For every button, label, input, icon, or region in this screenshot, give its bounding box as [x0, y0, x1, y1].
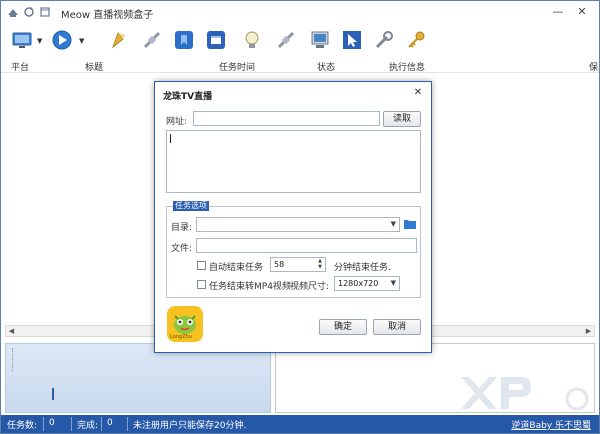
task-table-header: 平台 标题 任务时间 状态 执行信息 保 [1, 57, 599, 73]
window-list-icon[interactable] [39, 6, 51, 18]
watermark-logo [461, 377, 589, 411]
chevron-down-icon[interactable]: ▼ [37, 37, 42, 45]
log-tree-pane[interactable] [5, 343, 271, 413]
app-menu-icon[interactable] [7, 6, 19, 18]
status-divider [127, 417, 128, 431]
refresh-icon[interactable] [23, 6, 35, 18]
task-options-title: 任务选项 [173, 201, 209, 211]
spin-arrows-icon[interactable]: ▲ ▼ [316, 258, 324, 271]
chevron-down-icon[interactable]: ▼ [391, 277, 396, 290]
convert-mp4-checkbox[interactable] [197, 280, 206, 289]
cursor-icon[interactable] [339, 27, 365, 53]
status-bar: 任务数: 0 完成: 0 未注册用户只能保存20分钟. 逆道Baby 乐不思蜀 [1, 415, 599, 433]
app-window: Meow 直播视频盒子 — ✕ ▼ ▼ 平台 标题 任务时间 状态 执行信息 保… [0, 0, 600, 434]
chevron-down-icon[interactable]: ▼ [391, 218, 396, 231]
folder-icon[interactable] [404, 219, 416, 229]
auto-end-label: 自动结束任务 [209, 263, 264, 273]
minimize-button[interactable]: — [547, 3, 569, 21]
author-link[interactable]: 逆道Baby 乐不思蜀 [511, 418, 591, 431]
play-icon[interactable] [49, 27, 75, 53]
live-stream-dialog: 龙珠TV直播 ✕ 网址: 读取 任务选项 目录: ▼ 文件: 自动结束任务 58 [154, 81, 432, 353]
column-title[interactable]: 标题 [85, 60, 103, 73]
file-input[interactable] [196, 238, 417, 253]
scroll-right-icon[interactable]: ▶ [583, 326, 594, 336]
column-task-time[interactable]: 任务时间 [219, 60, 255, 73]
task-count-label: 任务数: [7, 421, 38, 431]
tools-icon[interactable] [371, 27, 397, 53]
title-bar: Meow 直播视频盒子 — ✕ [1, 1, 599, 25]
cancel-button[interactable]: 取消 [373, 319, 421, 335]
column-platform[interactable]: 平台 [11, 60, 29, 73]
window-title: Meow 直播视频盒子 [61, 10, 154, 21]
scroll-left-icon[interactable]: ◀ [6, 326, 17, 336]
done-count-value: 0 [107, 418, 113, 428]
video-size-label: 视频尺寸: [290, 282, 330, 292]
directory-select[interactable]: ▼ [196, 217, 400, 232]
auto-end-suffix: 分钟结束任务. [334, 263, 391, 273]
done-count-label: 完成: [77, 421, 99, 431]
dialog-title: 龙珠TV直播 [163, 92, 213, 102]
task-options-group: 任务选项 目录: ▼ 文件: 自动结束任务 58 ▲ ▼ 分钟结束任务. 任务结束… [166, 201, 421, 298]
tree-lines [12, 348, 14, 372]
url-label: 网址: [166, 117, 188, 127]
window-icon[interactable] [203, 27, 229, 53]
auto-end-minutes-value: 58 [274, 260, 285, 269]
chevron-down-icon[interactable]: ▼ [79, 37, 84, 45]
plug-icon[interactable] [273, 27, 299, 53]
display-icon[interactable] [307, 27, 333, 53]
task-count-value: 0 [49, 418, 55, 428]
directory-label: 目录: [171, 223, 193, 233]
file-label: 文件: [171, 244, 193, 254]
key-icon[interactable] [403, 27, 429, 53]
status-divider [71, 417, 72, 431]
lightbulb-icon[interactable] [239, 27, 265, 53]
column-exec-info[interactable]: 执行信息 [389, 60, 425, 73]
status-divider [101, 417, 102, 431]
read-button[interactable]: 读取 [383, 111, 421, 127]
video-size-value: 1280x720 [338, 279, 379, 288]
url-input[interactable] [193, 111, 380, 126]
dialog-close-button[interactable]: ✕ [411, 86, 425, 100]
url-list-textarea[interactable] [166, 130, 421, 193]
plug-icon[interactable] [139, 27, 165, 53]
text-caret [170, 134, 171, 143]
auto-end-minutes-stepper[interactable]: 58 ▲ ▼ [270, 257, 326, 272]
convert-mp4-label: 任务结束转MP4视频 [209, 282, 291, 292]
column-status[interactable]: 状态 [317, 60, 335, 73]
close-button[interactable]: ✕ [571, 3, 593, 21]
auto-end-checkbox[interactable] [197, 261, 206, 270]
registration-notice: 未注册用户只能保存20分钟. [133, 421, 247, 431]
pin-icon[interactable] [105, 27, 131, 53]
column-save[interactable]: 保 [589, 60, 598, 73]
text-cursor [52, 388, 54, 400]
video-size-select[interactable]: 1280x720 ▼ [334, 276, 400, 291]
bookmark-icon[interactable] [171, 27, 197, 53]
toolbar: ▼ ▼ [1, 25, 599, 57]
ok-button[interactable]: 确定 [319, 319, 367, 335]
status-divider [43, 417, 44, 431]
logo-text: LongZhu [170, 334, 192, 340]
monitor-icon[interactable] [9, 27, 35, 53]
